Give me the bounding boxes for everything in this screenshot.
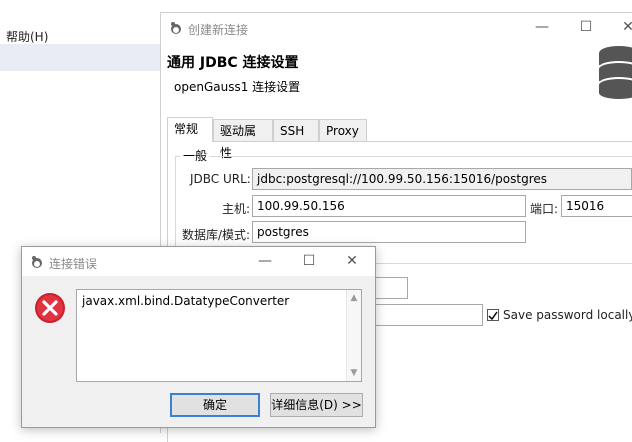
dbeaver-app-icon: [32, 256, 42, 268]
tab-general[interactable]: 常规: [167, 117, 213, 142]
page-title: 通用 JDBC 连接设置: [167, 55, 299, 71]
message-scrollbar[interactable]: ▲ ▼: [346, 290, 361, 381]
jdbc-url-field[interactable]: jdbc:postgresql://100.99.50.156:15016/po…: [252, 168, 632, 190]
checkmark-icon: [488, 311, 498, 321]
general-group-border-left: [175, 156, 176, 252]
general-group-border: [175, 156, 632, 157]
page-subtitle: openGauss1 连接设置: [174, 80, 301, 94]
tab-ssh[interactable]: SSH: [273, 119, 319, 141]
close-icon[interactable]: ✕: [617, 17, 632, 37]
maximize-icon[interactable]: ☐: [575, 17, 597, 37]
minimize-icon[interactable]: —: [254, 251, 276, 271]
minimize-icon[interactable]: —: [531, 17, 553, 37]
error-dialog-title: 连接错误: [49, 257, 98, 271]
port-field[interactable]: 15016: [561, 195, 632, 217]
host-label: 主机:: [222, 202, 251, 216]
general-group-label: 一般: [180, 147, 211, 164]
error-message-box[interactable]: javax.xml.bind.DatatypeConverter ▲ ▼: [76, 289, 362, 382]
database-icon: [599, 46, 632, 99]
connection-window-title: 创建新连接: [188, 23, 249, 37]
help-menu[interactable]: 帮助(H): [6, 28, 48, 45]
error-message-text: javax.xml.bind.DatatypeConverter: [82, 294, 290, 308]
tab-proxy[interactable]: Proxy: [319, 119, 367, 141]
error-icon: [35, 293, 65, 323]
connection-error-dialog: 连接错误 — ☐ ✕ javax.xml.bind.DatatypeConver…: [21, 246, 376, 428]
scroll-up-icon[interactable]: ▲: [347, 293, 361, 303]
ok-button[interactable]: 确定: [170, 393, 260, 417]
background-selected-row: [0, 44, 160, 71]
scroll-down-icon[interactable]: ▼: [347, 368, 361, 378]
tab-driver-properties[interactable]: 驱动属性: [213, 119, 273, 160]
close-icon[interactable]: ✕: [341, 251, 363, 271]
maximize-icon[interactable]: ☐: [298, 251, 320, 271]
port-label: 端口:: [530, 202, 559, 216]
host-field[interactable]: 100.99.50.156: [252, 195, 526, 217]
save-password-checkbox[interactable]: [487, 309, 499, 321]
jdbc-url-label: JDBC URL:: [190, 172, 251, 186]
connection-window-titlebar[interactable]: 创建新连接 — ☐ ✕: [161, 13, 632, 43]
database-label: 数据库/模式:: [182, 228, 251, 242]
details-button[interactable]: 详细信息(D) >>: [270, 393, 363, 417]
save-password-label[interactable]: Save password locally: [503, 308, 632, 322]
error-dialog-titlebar[interactable]: 连接错误 — ☐ ✕: [22, 247, 375, 276]
database-field[interactable]: postgres: [252, 221, 526, 243]
dbeaver-app-icon: [171, 22, 181, 34]
